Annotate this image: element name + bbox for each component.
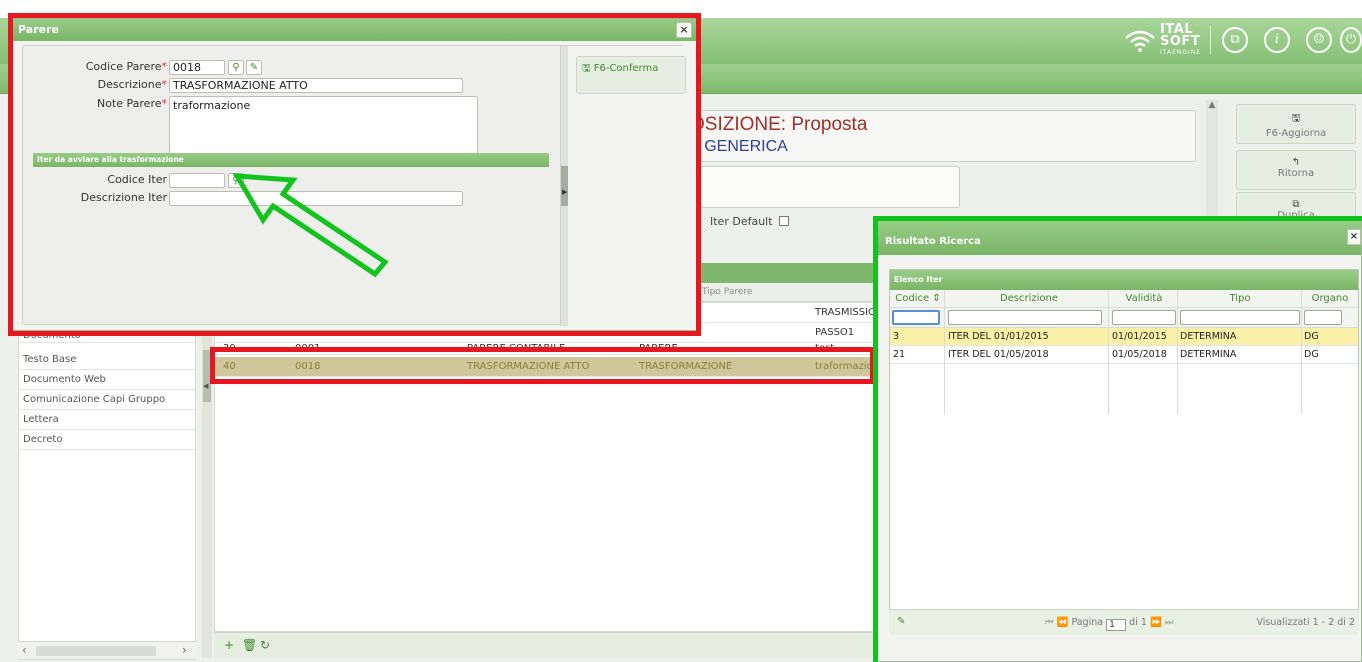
page-subtitle: A GENERICA: [690, 138, 788, 155]
power-icon[interactable]: ⏻: [1340, 27, 1362, 53]
user-icon[interactable]: ☺: [1306, 27, 1332, 53]
tipo-parere-header: Tipo Parere: [702, 287, 753, 297]
add-icon[interactable]: +: [224, 638, 234, 652]
iter-default-checkbox[interactable]: [778, 216, 789, 226]
annotation-arrow-icon: [232, 173, 389, 278]
list-item[interactable]: Comunicazione Capi Gruppo: [19, 391, 195, 410]
brand-line3: ITAENGINE: [1160, 49, 1202, 56]
list-item[interactable]: Testo Base: [19, 351, 195, 370]
left-list-scrollbar[interactable]: ‹ ›: [18, 641, 196, 659]
list-item[interactable]: Documento Web: [19, 371, 195, 390]
aggiorna-label: F6-Aggiorna: [1265, 128, 1327, 139]
scroll-left-icon[interactable]: ‹: [22, 643, 27, 657]
window-icon[interactable]: ⧉: [1222, 27, 1248, 53]
scroll-thumb[interactable]: [36, 646, 156, 656]
aggiorna-button[interactable]: 🖫 F6-Aggiorna: [1236, 104, 1356, 144]
brand-line2: SOFT: [1160, 34, 1201, 49]
annotation-red-frame-row: [210, 347, 875, 384]
ritorna-button[interactable]: ↰ Ritorna: [1236, 150, 1356, 190]
page-title: OSIZIONE: Proposta: [690, 114, 868, 135]
iter-default: Iter Default: [710, 215, 789, 228]
grid-footer: + 🗑 ↻: [214, 632, 880, 658]
ritorna-label: Ritorna: [1277, 168, 1315, 179]
copy-icon: ⧉: [1292, 199, 1300, 210]
annotation-green-frame: [873, 216, 1362, 662]
list-item[interactable]: Decreto: [19, 431, 195, 450]
grid-column-header: Tipo Parere: [680, 284, 880, 302]
trash-icon[interactable]: 🗑: [242, 638, 257, 652]
info-icon[interactable]: i: [1264, 27, 1290, 53]
scroll-right-icon[interactable]: ›: [182, 643, 187, 657]
header-separator: [1210, 26, 1211, 54]
wifi-logo-icon: [1125, 30, 1155, 52]
iter-default-label: Iter Default: [710, 215, 773, 228]
back-icon: ↰: [1291, 157, 1301, 168]
collapse-left-icon[interactable]: ◀: [203, 382, 208, 390]
left-document-list: Documento Testo Base Documento Web Comun…: [18, 330, 196, 660]
brand-logo: ITAL SOFT ITAENGINE: [1122, 22, 1212, 58]
refresh-icon[interactable]: ↻: [260, 638, 270, 652]
list-item[interactable]: Lettera: [19, 411, 195, 430]
save-icon: 🖫: [1291, 113, 1301, 124]
scroll-up-icon[interactable]: ▲: [1206, 100, 1218, 112]
grid-header: [680, 263, 880, 283]
